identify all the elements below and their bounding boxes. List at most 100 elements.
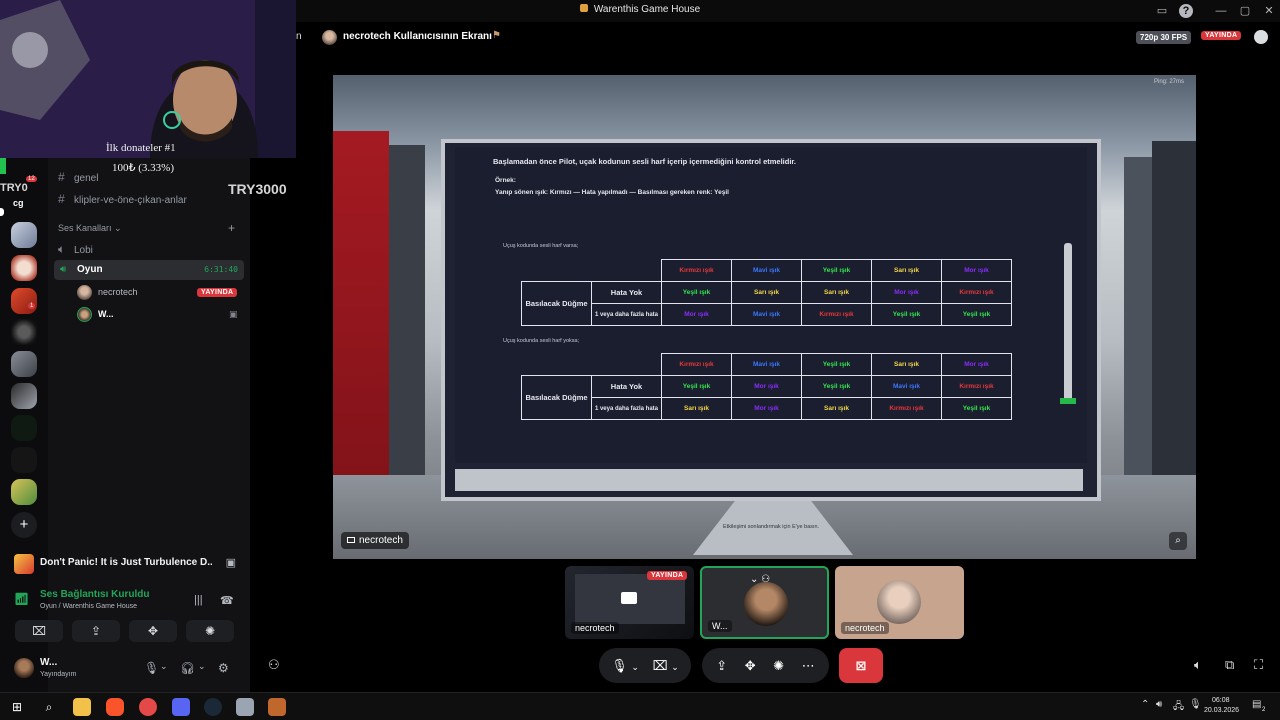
share-screen-button[interactable]: ⇪ bbox=[72, 620, 120, 642]
game-app-icon[interactable] bbox=[268, 698, 286, 716]
throttle-slider bbox=[1060, 243, 1076, 404]
app-icon-red[interactable] bbox=[139, 698, 157, 716]
tile-label: W... bbox=[708, 620, 732, 632]
chevron-down-icon[interactable]: ⌄ bbox=[160, 661, 168, 672]
voice-channel-oyun[interactable]: 🔊︎ Oyun 6:31:40 bbox=[54, 260, 244, 280]
live-badge: YAYINDA bbox=[1201, 31, 1242, 40]
server-icon-5[interactable] bbox=[11, 351, 37, 377]
quality-badge: 720p 30 FPS bbox=[1136, 31, 1192, 44]
invite-user-icon[interactable]: ⚇ bbox=[268, 657, 280, 673]
connection-status[interactable]: Ses Bağlantısı Kuruldu bbox=[40, 589, 149, 600]
stream-actions[interactable]: ⇪ ✥ ✺ ⋯ bbox=[702, 648, 829, 683]
start-button-icon[interactable]: ⊞ bbox=[8, 698, 26, 716]
clock-date[interactable]: 20.03.2026 bbox=[1204, 707, 1239, 714]
chat-icon[interactable] bbox=[1254, 30, 1268, 44]
search-icon[interactable]: ⌕ bbox=[40, 698, 58, 716]
stream-screen-icon[interactable]: ▣ bbox=[226, 556, 236, 569]
help-icon[interactable]: ? bbox=[1179, 4, 1193, 18]
game-thumbnail bbox=[14, 554, 34, 574]
activity-title: Don't Panic! It is Just Turbulence D... bbox=[40, 557, 212, 568]
header-cell: Sarı ışık bbox=[871, 353, 942, 376]
server-icon-6[interactable] bbox=[11, 383, 37, 409]
brave-browser-icon[interactable] bbox=[106, 698, 124, 716]
voice-category[interactable]: Ses Kanalları ⌄ bbox=[58, 223, 122, 234]
participant-tile-1[interactable]: YAYINDA necrotech bbox=[565, 566, 694, 639]
camera-off-button[interactable]: ⌧ bbox=[15, 620, 63, 642]
stream-video[interactable]: Ping: 27ms Başlamadan önce Pilot, uçak k… bbox=[333, 75, 1196, 559]
press-label-cell: Basılacak Düğme bbox=[521, 281, 592, 326]
server-icon-8[interactable] bbox=[11, 447, 37, 473]
voice-user-necrotech[interactable]: necrotech bbox=[77, 285, 138, 303]
chevron-down-icon[interactable]: ⌄ bbox=[198, 661, 206, 672]
leave-call-button[interactable]: ⊠ bbox=[839, 648, 883, 683]
share-screen-icon[interactable]: ⇪ bbox=[716, 658, 727, 673]
server-icon-7[interactable] bbox=[11, 415, 37, 441]
tray-mic-icon[interactable]: 🎙︎ bbox=[1189, 699, 1202, 710]
clock-time[interactable]: 06:08 bbox=[1212, 697, 1230, 704]
user-avatar[interactable] bbox=[14, 658, 34, 678]
camera-off-icon[interactable]: ⌧ bbox=[653, 658, 668, 673]
inbox-icon[interactable]: ▭ bbox=[1155, 4, 1169, 18]
server-icon-3[interactable] bbox=[11, 288, 37, 314]
server-icon-4[interactable] bbox=[11, 319, 37, 345]
chevron-down-icon[interactable]: ⌄ bbox=[631, 662, 639, 672]
tray-network-icon[interactable]: 🖧︎ bbox=[1173, 699, 1184, 716]
chevron-down-icon[interactable]: ⌄ bbox=[671, 662, 679, 672]
channel-genel[interactable]: # genel bbox=[58, 170, 98, 184]
voice-user-w[interactable]: W... bbox=[77, 307, 114, 325]
value-cell: Yeşil ışık bbox=[661, 281, 732, 304]
note-no-vowel: Uçuş kodunda sesli harf yoksa; bbox=[503, 338, 580, 344]
server-cg[interactable]: cg bbox=[13, 198, 24, 208]
microphone-icon[interactable]: 🎙︎ bbox=[611, 658, 628, 673]
zoom-icon[interactable]: ⌕ bbox=[1169, 532, 1187, 550]
activity-card[interactable]: Don't Panic! It is Just Turbulence D... … bbox=[8, 548, 244, 580]
user-panel: W... Yayındayım 🎙︎ ⌄ 🎧︎ ⌄ ⚙ bbox=[8, 654, 244, 686]
app-icon-gray[interactable] bbox=[236, 698, 254, 716]
board-line-2: Örnek: bbox=[495, 177, 516, 184]
disconnect-icon[interactable]: ☎ bbox=[220, 594, 234, 607]
mic-camera-controls[interactable]: 🎙︎ ⌄ ⌧ ⌄ bbox=[599, 648, 691, 683]
value-cell: Yeşil ışık bbox=[941, 303, 1012, 326]
settings-gear-icon[interactable]: ⚙ bbox=[218, 661, 229, 675]
add-server-button[interactable]: + bbox=[11, 512, 37, 538]
voice-channel-lobi[interactable]: 🔈︎ Lobi bbox=[58, 242, 93, 257]
server-icon-1[interactable] bbox=[11, 222, 37, 248]
volume-icon[interactable]: 🔈︎ bbox=[1194, 657, 1202, 673]
steam-icon[interactable] bbox=[204, 698, 222, 716]
participant-tile-2[interactable]: ⌄ ⚇ W... bbox=[700, 566, 829, 639]
soundboard-button[interactable]: ✺ bbox=[186, 620, 234, 642]
activities-button[interactable]: ✥ bbox=[129, 620, 177, 642]
activities-icon[interactable]: ✥ bbox=[745, 658, 756, 673]
file-explorer-icon[interactable] bbox=[73, 698, 91, 716]
value-cell: Mor ışık bbox=[731, 375, 802, 398]
signal-icon[interactable]: 📶︎ bbox=[14, 592, 29, 606]
stream-header: n necrotech Kullanıcısının Ekranı ⚑ bbox=[296, 22, 1280, 52]
throttle-knob bbox=[1060, 398, 1076, 404]
close-window-button[interactable]: ✕ bbox=[1262, 4, 1276, 18]
microphone-icon[interactable]: 🎙︎ bbox=[144, 661, 159, 675]
more-options-icon[interactable]: ⋯ bbox=[802, 658, 815, 673]
participant-tile-3[interactable]: necrotech bbox=[835, 566, 964, 639]
server-icon-9[interactable] bbox=[11, 479, 37, 505]
rules-table-1: Kırmızı ışık Mavi ışık Yeşil ışık Sarı ışık… bbox=[521, 259, 1012, 326]
popout-icon[interactable]: ⧉ bbox=[1225, 657, 1234, 673]
tray-chevron-icon[interactable]: ⌃ bbox=[1141, 699, 1149, 710]
board-ledge bbox=[455, 469, 1083, 491]
soundboard-icon[interactable]: ✺ bbox=[773, 658, 784, 673]
server-icon-2[interactable] bbox=[11, 255, 37, 281]
tile-controls-icon[interactable]: ⌄ ⚇ bbox=[750, 574, 770, 585]
stream-title: necrotech Kullanıcısının Ekranı bbox=[343, 31, 492, 42]
header-cell: Kırmızı ışık bbox=[661, 353, 732, 376]
noise-suppression-icon[interactable]: ||| bbox=[194, 594, 203, 606]
notification-icon[interactable]: ▤ bbox=[1252, 699, 1261, 710]
channel-klipler[interactable]: # klipler-ve-öne-çıkan-anlar bbox=[58, 192, 187, 206]
discord-icon[interactable] bbox=[172, 698, 190, 716]
add-channel-icon[interactable]: + bbox=[228, 221, 235, 235]
maximize-button[interactable]: ▢ bbox=[1238, 4, 1252, 18]
fullscreen-icon[interactable]: ⛶ bbox=[1254, 657, 1263, 673]
tray-speaker-icon[interactable]: 🔊︎ bbox=[1156, 699, 1162, 710]
user-name[interactable]: W... bbox=[40, 657, 57, 668]
minimize-button[interactable]: — bbox=[1214, 4, 1228, 18]
server-indicator bbox=[0, 208, 4, 216]
headphones-icon[interactable]: 🎧︎ bbox=[180, 661, 195, 675]
